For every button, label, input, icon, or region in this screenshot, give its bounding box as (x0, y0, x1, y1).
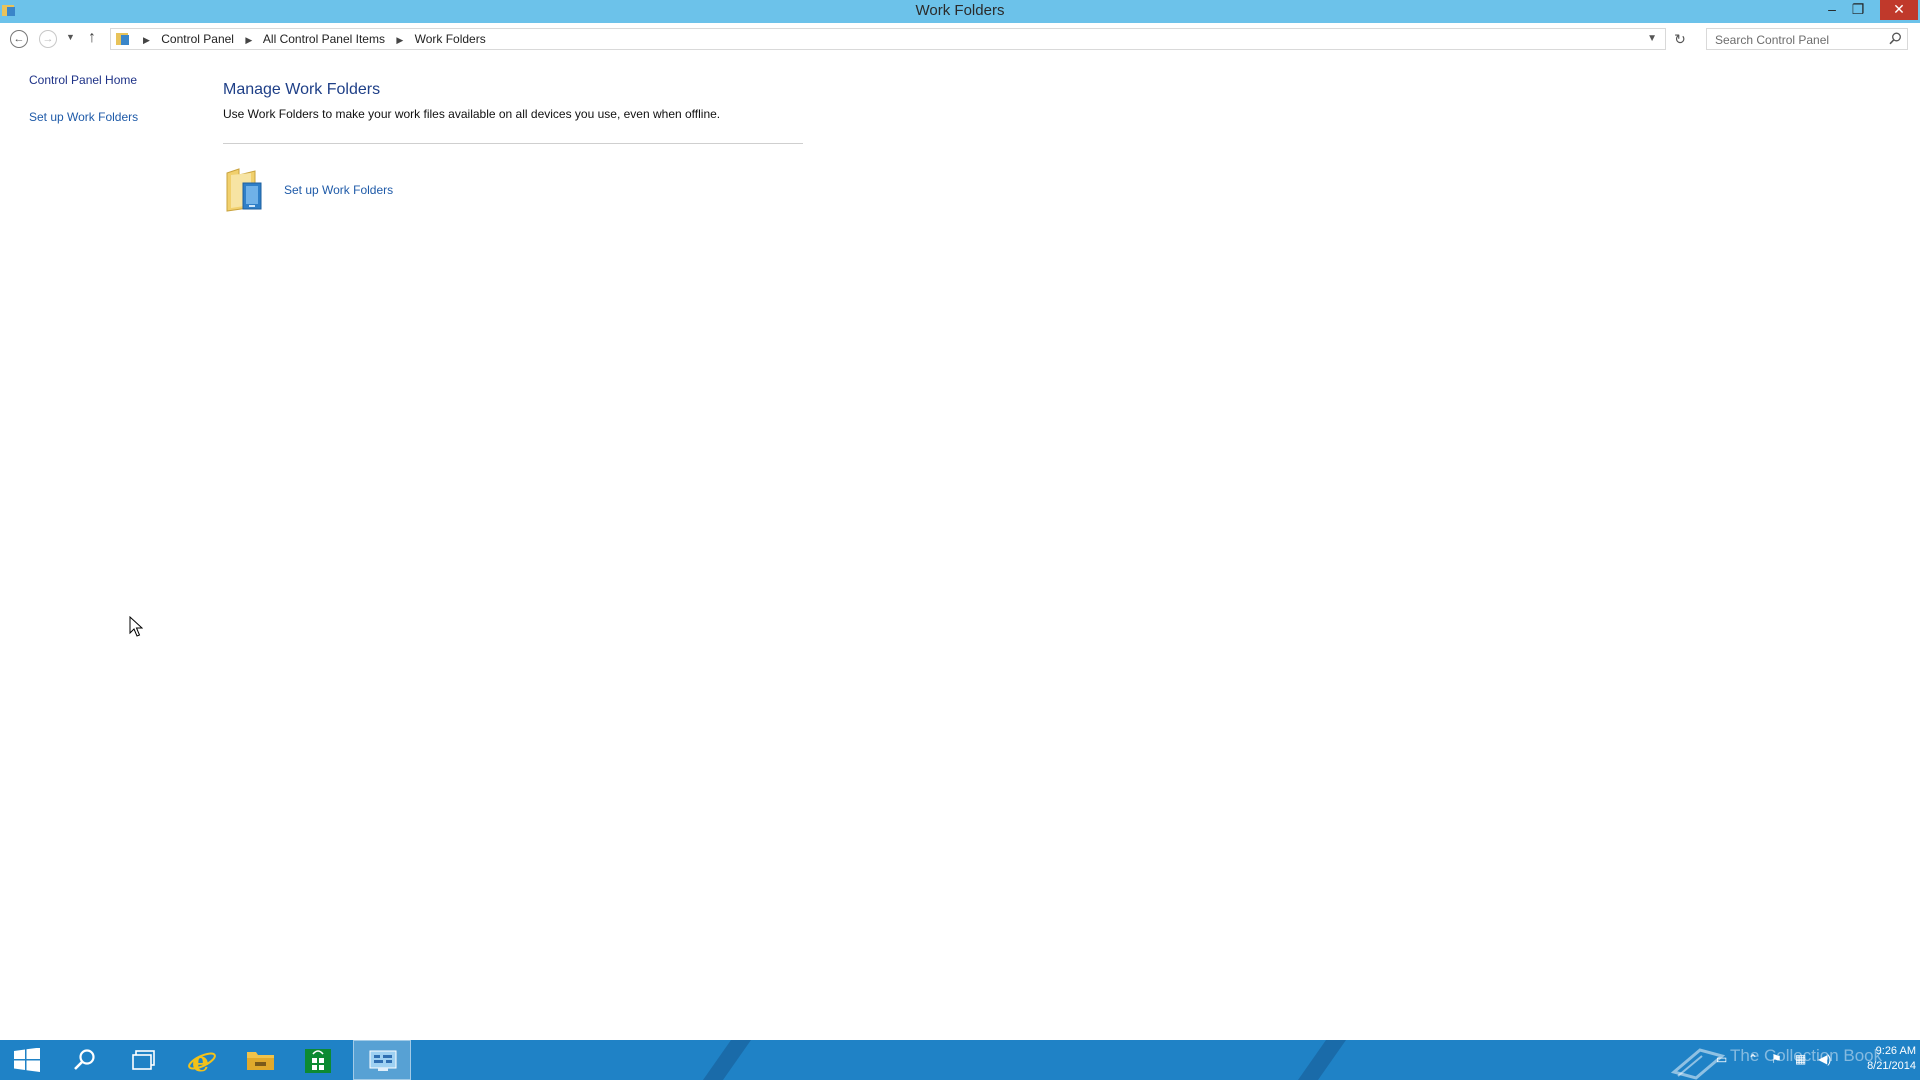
control-panel-icon (116, 33, 129, 45)
breadcrumb-all-control-panel-items[interactable]: All Control Panel Items (263, 32, 385, 46)
clock-date: 8/21/2014 (1867, 1060, 1916, 1072)
back-button[interactable]: ← (10, 30, 28, 48)
chevron-down-icon: ▼ (1647, 33, 1657, 44)
divider (223, 143, 803, 144)
setup-work-folders-link[interactable]: Set up Work Folders (284, 183, 393, 197)
page-title: Manage Work Folders (223, 81, 381, 98)
task-view-icon (132, 1050, 155, 1070)
taskbar-search-button[interactable] (58, 1040, 114, 1080)
setup-work-folders-sidebar-link[interactable]: Set up Work Folders (29, 110, 138, 124)
start-button[interactable] (0, 1040, 56, 1080)
window-title: Work Folders (915, 2, 1005, 19)
show-hidden-icons-icon[interactable]: ⌃ (1748, 1052, 1758, 1068)
wallpaper-stripe (688, 1040, 752, 1080)
address-history-dropdown[interactable]: ▼ (1647, 33, 1657, 44)
breadcrumb: ▶ Control Panel ▶ All Control Panel Item… (135, 32, 486, 46)
control-panel-icon (369, 1050, 397, 1071)
arrow-up-icon: ↑ (88, 29, 96, 46)
work-folders-icon (226, 168, 262, 212)
search-box[interactable] (1706, 28, 1908, 50)
forward-button[interactable]: → (39, 30, 57, 48)
control-panel-taskbar-button[interactable] (353, 1040, 411, 1080)
refresh-icon: ↻ (1674, 31, 1686, 47)
search-icon[interactable] (1889, 32, 1902, 45)
restore-button[interactable]: ❐ (1845, 0, 1871, 20)
internet-explorer-icon: e (188, 1048, 216, 1074)
svg-text:e: e (192, 1048, 209, 1074)
task-view-button[interactable] (116, 1040, 172, 1080)
folder-icon (247, 1052, 274, 1070)
breadcrumb-separator-icon[interactable]: ▶ (143, 35, 150, 45)
refresh-button[interactable]: ↻ (1670, 30, 1690, 50)
navigation-bar: ← → ▼ ↑ ▶ Control Panel ▶ All Control Pa… (0, 27, 1920, 53)
minimize-button[interactable]: – (1819, 0, 1845, 20)
wallpaper-stripe (1283, 1040, 1347, 1080)
breadcrumb-work-folders[interactable]: Work Folders (415, 32, 486, 46)
taskbar: e The Collection Book ▭ ⌃ ⚑ ▦ ◀) 9:26 AM… (0, 1040, 1920, 1080)
network-icon[interactable]: ▦ (1795, 1052, 1806, 1068)
breadcrumb-separator-icon[interactable]: ▶ (245, 35, 252, 45)
close-button[interactable]: ✕ (1880, 0, 1918, 20)
clock-time: 9:26 AM (1875, 1045, 1916, 1057)
setup-work-folders-task[interactable]: Set up Work Folders (223, 165, 463, 215)
file-explorer-button[interactable] (232, 1040, 288, 1080)
breadcrumb-control-panel[interactable]: Control Panel (161, 32, 234, 46)
internet-explorer-button[interactable]: e (174, 1040, 230, 1080)
store-icon (305, 1049, 331, 1073)
arrow-right-icon: → (42, 33, 54, 45)
up-button[interactable]: ↑ (88, 29, 96, 47)
address-bar[interactable]: ▶ Control Panel ▶ All Control Panel Item… (110, 28, 1666, 50)
windows-logo-icon (14, 1048, 40, 1072)
breadcrumb-separator-icon[interactable]: ▶ (396, 35, 403, 45)
system-clock[interactable]: 9:26 AM 8/21/2014 (1840, 1044, 1916, 1074)
search-input[interactable] (1713, 31, 1887, 49)
chevron-down-icon: ▼ (66, 32, 75, 42)
store-button[interactable] (290, 1040, 346, 1080)
volume-icon[interactable]: ◀) (1818, 1052, 1831, 1068)
page-description: Use Work Folders to make your work files… (223, 107, 721, 121)
search-icon (74, 1049, 95, 1070)
control-panel-home-link[interactable]: Control Panel Home (29, 73, 137, 87)
keyboard-icon[interactable]: ▭ (1716, 1052, 1727, 1068)
mouse-cursor-icon (129, 616, 143, 637)
arrow-left-icon: ← (13, 33, 25, 45)
action-center-flag-icon[interactable]: ⚑ (1771, 1052, 1782, 1068)
title-bar: Work Folders – ❐ ✕ (0, 0, 1920, 23)
recent-locations-dropdown[interactable]: ▼ (66, 32, 75, 42)
